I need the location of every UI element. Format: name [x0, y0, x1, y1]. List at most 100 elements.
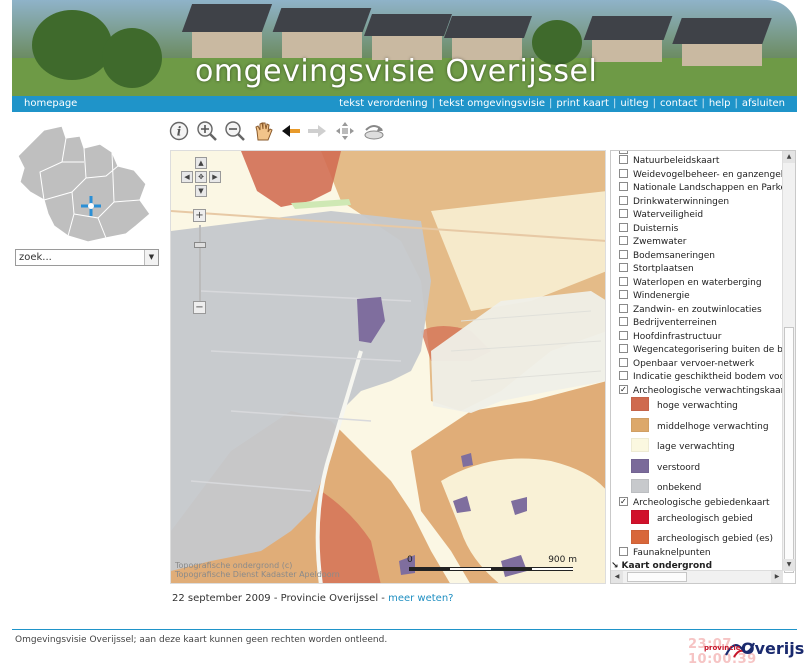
- scroll-right-icon[interactable]: ▶: [771, 571, 783, 583]
- legend-label: lage verwachting: [657, 442, 735, 452]
- layer-checkbox[interactable]: [619, 236, 628, 245]
- layer-item[interactable]: Wegencategorisering buiten de bebouwde k…: [619, 343, 783, 357]
- layer-item[interactable]: Nationale Landschappen en Parken: [619, 181, 783, 195]
- layer-checkbox[interactable]: [619, 263, 628, 272]
- nav-help[interactable]: help: [709, 98, 731, 109]
- chevron-down-icon[interactable]: ▼: [144, 250, 158, 265]
- layer-item-label: Drinkwaterwinningen: [633, 196, 730, 207]
- layer-item[interactable]: Drinkwaterwinningen: [619, 195, 729, 209]
- nav-separator: |: [612, 98, 617, 109]
- overview-map[interactable]: [14, 122, 154, 244]
- pan-hand-icon[interactable]: [252, 120, 274, 142]
- layer-item-label: Windenergie: [633, 291, 690, 301]
- scrollbar-thumb[interactable]: [784, 327, 794, 573]
- provincie-logo[interactable]: provincie Overijssel: [704, 635, 805, 661]
- zoom-plus-button[interactable]: +: [193, 209, 206, 222]
- map-view[interactable]: ▲ ◀ ✥ ▶ ▼ + − Topografische ondergrond (…: [170, 150, 606, 584]
- nav-homepage-link[interactable]: homepage: [24, 96, 77, 112]
- scroll-up-icon[interactable]: ▲: [783, 151, 795, 163]
- pan-up-button[interactable]: ▲: [195, 157, 207, 169]
- pan-left-button[interactable]: ◀: [181, 171, 193, 183]
- reset-view-icon[interactable]: [362, 120, 384, 142]
- layer-item-label: Stortplaatsen: [633, 264, 694, 274]
- pan-down-button[interactable]: ▼: [195, 185, 207, 197]
- nav-separator: |: [549, 98, 553, 109]
- scrollbar-thumb[interactable]: [627, 572, 687, 582]
- layer-checkbox[interactable]: [619, 547, 628, 556]
- layer-checkbox[interactable]: [619, 357, 628, 367]
- scroll-down-icon[interactable]: ▼: [783, 559, 795, 571]
- layer-checkbox-checked[interactable]: [619, 495, 628, 509]
- layer-list: Natuurbeleidskaart Weidevogelbeheer- en …: [611, 151, 783, 571]
- zoom-in-icon[interactable]: [196, 120, 218, 142]
- layer-horizontal-scrollbar[interactable]: ◀ ▶: [611, 570, 783, 583]
- layer-checkbox[interactable]: [619, 276, 628, 286]
- full-extent-icon[interactable]: [334, 120, 356, 142]
- layer-checkbox-checked[interactable]: [619, 383, 628, 397]
- scroll-left-icon[interactable]: ◀: [611, 571, 623, 583]
- layer-checkbox[interactable]: [619, 290, 628, 299]
- layer-item[interactable]: Waterlopen en waterberging: [619, 276, 762, 290]
- layer-item[interactable]: Faunaknelpunten: [619, 546, 711, 560]
- layer-item[interactable]: Openbaar vervoer-netwerk: [619, 357, 754, 371]
- layer-item[interactable]: Bedrijventerreinen: [619, 316, 717, 330]
- search-dropdown[interactable]: zoek... ▼: [15, 249, 159, 266]
- nav-contact[interactable]: contact: [660, 98, 697, 109]
- layer-item[interactable]: Zandwin- en zoutwinlocaties: [619, 303, 762, 317]
- layer-checkbox[interactable]: [619, 222, 628, 232]
- legend-label: middelhoge verwachting: [657, 421, 769, 432]
- zoom-slider-handle[interactable]: [194, 242, 206, 248]
- layer-item[interactable]: Bodemsaneringen: [619, 249, 715, 263]
- layer-vertical-scrollbar[interactable]: ▲ ▼: [782, 151, 795, 573]
- banner-roof: [672, 18, 772, 44]
- banner-tree: [102, 28, 162, 88]
- back-arrow-icon[interactable]: [280, 120, 302, 142]
- layer-item[interactable]: Weidevogelbeheer- en ganzengebieden: [619, 168, 783, 182]
- legend-swatch: [631, 397, 649, 411]
- layer-checkbox[interactable]: [619, 209, 628, 218]
- nav-separator: |: [652, 98, 657, 109]
- forward-arrow-icon[interactable]: [306, 120, 328, 142]
- layer-checkbox[interactable]: [619, 195, 628, 205]
- layer-item[interactable]: Windenergie: [619, 289, 690, 303]
- legend-item: middelhoge verwachting: [631, 417, 769, 438]
- pan-right-button[interactable]: ▶: [209, 171, 221, 183]
- layer-item[interactable]: Stortplaatsen: [619, 262, 694, 276]
- layer-checkbox[interactable]: [619, 317, 628, 326]
- legend-item: verstoord: [631, 458, 700, 479]
- legend-swatch: [631, 479, 649, 493]
- layer-item[interactable]: Archeologische gebiedenkaart: [619, 495, 770, 510]
- zoom-out-icon[interactable]: [224, 120, 246, 142]
- layer-item[interactable]: Indicatie geschiktheid bodem voor: [619, 370, 783, 384]
- layer-item-label: Waterlopen en waterberging: [633, 277, 762, 288]
- layer-item[interactable]: Waterveiligheid: [619, 208, 703, 222]
- layer-checkbox[interactable]: [619, 330, 628, 340]
- layer-item[interactable]: Hoofdinfrastructuur: [619, 330, 721, 344]
- nav-tekst-verordening[interactable]: tekst verordening: [339, 98, 428, 109]
- nav-uitleg[interactable]: uitleg: [620, 98, 648, 109]
- layer-item-label: Duisternis: [633, 223, 679, 234]
- nav-print-kaart[interactable]: print kaart: [556, 98, 609, 109]
- nav-afsluiten[interactable]: afsluiten: [742, 98, 785, 109]
- footer-disclaimer: Omgevingsvisie Overijssel; aan deze kaar…: [15, 635, 388, 645]
- zoom-minus-button[interactable]: −: [193, 301, 206, 314]
- layer-checkbox[interactable]: [619, 168, 628, 178]
- meer-weten-link[interactable]: meer weten?: [388, 593, 453, 604]
- layer-checkbox[interactable]: [619, 303, 628, 313]
- caption-text: 22 september 2009 - Provincie Overijssel…: [172, 593, 389, 604]
- layer-item[interactable]: Duisternis: [619, 222, 678, 236]
- layer-checkbox[interactable]: [619, 155, 628, 164]
- header-banner: omgevingsvisie Overijssel: [12, 0, 797, 96]
- layer-item[interactable]: Natuurbeleidskaart: [619, 154, 719, 168]
- layer-checkbox[interactable]: [619, 371, 628, 380]
- pan-center-button[interactable]: ✥: [195, 171, 207, 183]
- layer-checkbox[interactable]: [619, 182, 628, 191]
- layer-item[interactable]: Zwemwater: [619, 235, 686, 249]
- nav-tekst-omgevingsvisie[interactable]: tekst omgevingsvisie: [439, 98, 545, 109]
- layer-checkbox[interactable]: [619, 249, 628, 259]
- legend-label: hoge verwachting: [657, 401, 738, 411]
- zoom-slider-track[interactable]: [199, 225, 201, 301]
- info-icon[interactable]: i: [168, 120, 190, 142]
- layer-item[interactable]: Archeologische verwachtingskaart: [619, 383, 783, 398]
- layer-checkbox[interactable]: [619, 344, 628, 353]
